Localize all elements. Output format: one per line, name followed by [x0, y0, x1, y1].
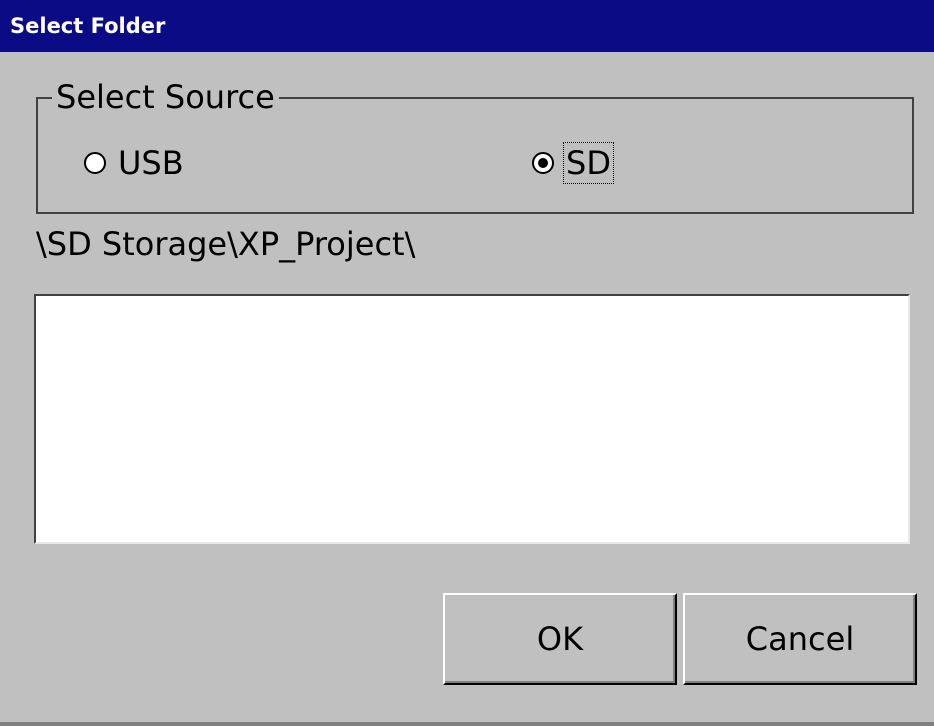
cancel-button[interactable]: Cancel — [683, 593, 917, 685]
window-bottom-edge — [0, 722, 934, 726]
usb-radio-button-icon[interactable] — [84, 152, 106, 174]
usb-radio-option[interactable]: USB — [84, 143, 186, 183]
current-path-label: \SD Storage\XP_Project\ — [36, 225, 416, 263]
select-folder-dialog: Select Folder Select Source USB SD \SD S… — [0, 0, 934, 726]
title-bar: Select Folder — [0, 0, 934, 52]
sd-radio-option[interactable]: SD — [532, 142, 614, 184]
usb-radio-label[interactable]: USB — [116, 143, 186, 183]
select-source-group: Select Source USB SD — [36, 79, 914, 214]
window-title: Select Folder — [10, 14, 166, 38]
select-source-label: Select Source — [52, 79, 279, 115]
folder-list-box[interactable] — [34, 294, 910, 544]
sd-radio-button-icon[interactable] — [532, 152, 554, 174]
ok-button[interactable]: OK — [443, 593, 677, 685]
sd-radio-label[interactable]: SD — [563, 142, 614, 184]
